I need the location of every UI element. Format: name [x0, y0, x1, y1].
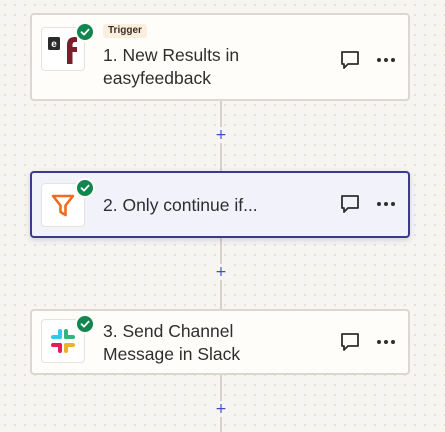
step-title: 1. New Results in easyfeedback: [103, 45, 240, 88]
more-options-icon[interactable]: [375, 49, 397, 71]
status-check-icon: [75, 314, 95, 334]
slack-logo-icon: [41, 314, 95, 363]
more-options-icon[interactable]: [375, 193, 397, 215]
svg-text:e: e: [51, 39, 57, 50]
comment-icon[interactable]: [339, 193, 361, 215]
step-card-slack[interactable]: 3. Send Channel Message in Slack: [30, 309, 410, 375]
status-check-icon: [75, 22, 95, 42]
add-step-button[interactable]: +: [211, 401, 231, 417]
easyfeedback-logo-icon: e: [41, 22, 95, 71]
step-title: 2. Only continue if...: [103, 195, 258, 215]
trigger-badge: Trigger: [103, 24, 147, 38]
step-card-filter[interactable]: 2. Only continue if...: [30, 171, 410, 238]
step-card-trigger[interactable]: e Trigger 1. New Results in easyfeedback: [30, 13, 410, 101]
add-step-button[interactable]: +: [211, 264, 231, 280]
filter-funnel-icon: [41, 178, 95, 227]
step-title: 3. Send Channel Message in Slack: [103, 321, 241, 364]
comment-icon[interactable]: [339, 49, 361, 71]
more-options-icon[interactable]: [375, 331, 397, 353]
add-step-button[interactable]: +: [211, 127, 231, 143]
comment-icon[interactable]: [339, 331, 361, 353]
status-check-icon: [75, 178, 95, 198]
